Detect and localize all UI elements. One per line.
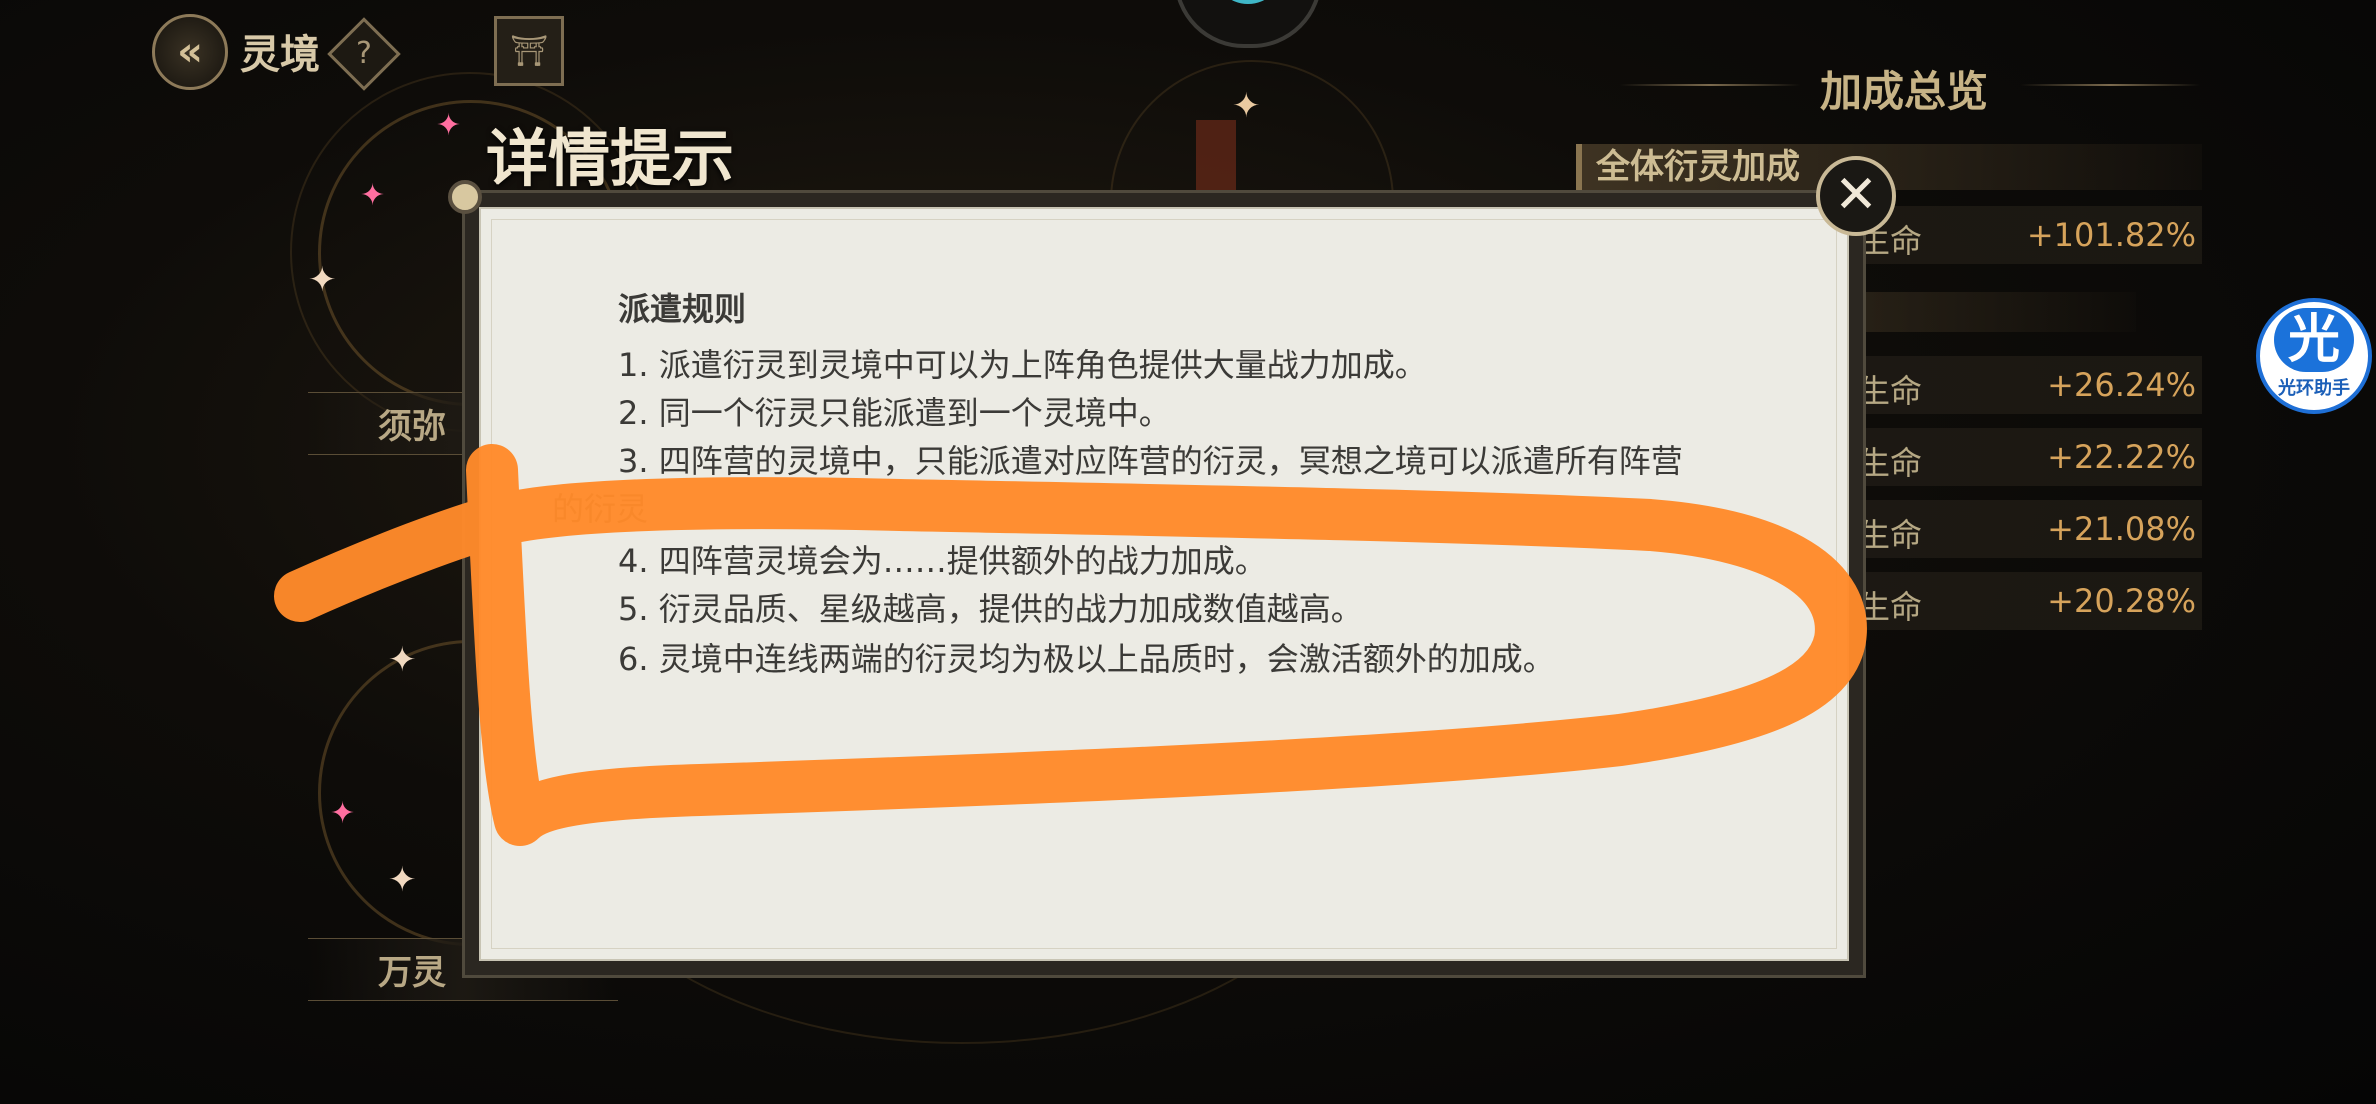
bonus-overview-title: 加成总览 bbox=[1820, 67, 1989, 116]
helper-logo-icon: 光 bbox=[2274, 308, 2354, 372]
rule-line: 3. 四阵营的灵境中，只能派遣对应阵营的衍灵，冥想之境可以派遣所有阵营 bbox=[618, 442, 1683, 480]
bonus-value: +21.08% bbox=[2047, 510, 2196, 548]
pin-icon bbox=[448, 180, 482, 214]
rule-line: 5. 衍灵品质、星级越高，提供的战力加成数值越高。 bbox=[618, 590, 1363, 628]
close-button[interactable]: ✕ bbox=[1816, 156, 1896, 236]
mascot-orb[interactable] bbox=[1174, 0, 1322, 48]
rule-line: 6. 灵境中连线两端的衍灵均为极以上品质时，会激活额外的加成。 bbox=[618, 640, 1555, 678]
help-button[interactable]: ? bbox=[327, 17, 401, 91]
section-header-label: 全体衍灵加成 bbox=[1596, 147, 1800, 187]
star-icon: ✦ bbox=[360, 178, 386, 213]
star-icon: ✦ bbox=[330, 796, 356, 831]
help-icon: ? bbox=[356, 36, 372, 71]
bonus-label: 生命 bbox=[1858, 372, 1923, 410]
bonus-value: +101.82% bbox=[2026, 216, 2196, 254]
temple-button[interactable]: ⛩ bbox=[494, 16, 564, 86]
rule-line: 1. 派遣衍灵到灵境中可以为上阵角色提供大量战力加成。 bbox=[618, 346, 1427, 384]
dialog-title: 详情提示 bbox=[486, 122, 735, 195]
rule-line-wrap: 的衍灵 bbox=[552, 490, 649, 528]
bonus-label: 生命 bbox=[1858, 588, 1923, 626]
bonus-label: 生命 bbox=[1858, 516, 1923, 554]
helper-widget[interactable]: 光 光环助手 bbox=[2256, 298, 2372, 414]
star-icon: ✦ bbox=[1232, 86, 1261, 126]
title-divider bbox=[2020, 84, 2200, 86]
close-icon: ✕ bbox=[1834, 165, 1878, 225]
star-icon: ✦ bbox=[436, 108, 462, 143]
bonus-value: +26.24% bbox=[2047, 366, 2196, 404]
rule-line: 2. 同一个衍灵只能派遣到一个灵境中。 bbox=[618, 394, 1171, 432]
star-icon: ✦ bbox=[388, 860, 417, 900]
star-icon: ✦ bbox=[388, 640, 417, 680]
temple-icon: ⛩ bbox=[509, 33, 549, 69]
page-title: 灵境 bbox=[240, 32, 320, 78]
rules-heading: 派遣规则 bbox=[618, 290, 747, 328]
title-divider bbox=[1620, 84, 1800, 86]
bonus-label: 生命 bbox=[1858, 444, 1923, 482]
bonus-value: +20.28% bbox=[2047, 582, 2196, 620]
back-button[interactable]: « bbox=[152, 14, 228, 90]
helper-caption: 光环助手 bbox=[2278, 378, 2350, 399]
back-arrow-icon: « bbox=[177, 29, 203, 75]
star-icon: ✦ bbox=[308, 260, 337, 300]
bonus-value: +22.22% bbox=[2047, 438, 2196, 476]
rule-line: 4. 四阵营灵境会为……提供额外的战力加成。 bbox=[618, 542, 1267, 580]
